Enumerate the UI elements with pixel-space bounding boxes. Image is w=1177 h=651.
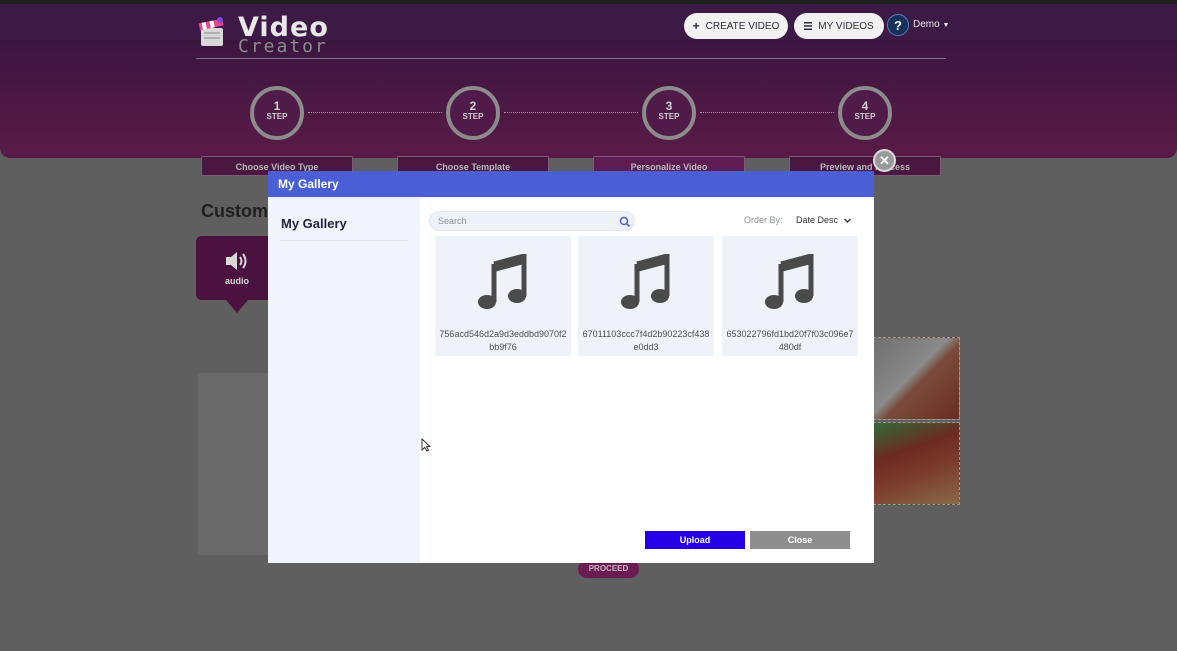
chevron-down-icon	[844, 218, 852, 223]
file-name: 756acd546d2a9d3eddbd9070f2bb9f76	[439, 329, 567, 352]
upload-button[interactable]: Upload	[645, 531, 745, 549]
search-input[interactable]	[438, 214, 608, 228]
step-word: STEP	[462, 112, 484, 121]
step-3-circle: 3 STEP	[642, 86, 696, 140]
step-word: STEP	[658, 112, 680, 121]
close-button[interactable]: Close	[750, 531, 850, 549]
step-connector	[700, 112, 834, 113]
step-number: 2	[469, 99, 477, 113]
gallery-item[interactable]: 653022796fd1bd20f7f03c096e7480df	[722, 236, 858, 356]
mouse-cursor-icon	[421, 438, 431, 452]
speaker-icon	[226, 252, 247, 270]
audio-tab[interactable]: audio	[196, 236, 278, 300]
modal-title: My Gallery	[268, 171, 874, 197]
step-number: 3	[665, 99, 673, 113]
logo-subtitle: Creator	[238, 36, 328, 57]
help-button[interactable]: ?	[887, 14, 909, 36]
clapperboard-icon	[198, 17, 224, 46]
step-connector	[504, 112, 638, 113]
gallery-modal: My Gallery My Gallery Order By: Date Des…	[268, 171, 874, 563]
menu-icon	[804, 22, 813, 30]
sidebar-title[interactable]: My Gallery	[281, 216, 347, 231]
step-number: 4	[861, 99, 869, 113]
logo[interactable]: Video Creator	[198, 14, 338, 57]
step-4-circle: 4 STEP	[838, 86, 892, 140]
my-videos-label: MY VIDEOS	[818, 20, 874, 32]
gallery-item[interactable]: 756acd546d2a9d3eddbd9070f2bb9f76	[435, 236, 571, 356]
order-by-value: Date Desc	[796, 215, 839, 225]
music-note-icon	[621, 254, 670, 309]
search-icon[interactable]	[619, 216, 631, 228]
search-box[interactable]	[429, 211, 635, 231]
music-note-icon	[478, 254, 527, 309]
file-name: 67011103ccc7f4d2b90223cf438e0dd3	[582, 329, 710, 352]
sidebar-divider	[280, 240, 408, 241]
step-number: 1	[273, 99, 281, 113]
order-by-label: Order By:	[744, 215, 783, 225]
gallery-sidebar: My Gallery	[268, 197, 420, 563]
header-divider	[196, 58, 946, 59]
step-2-circle: 2 STEP	[446, 86, 500, 140]
close-icon[interactable]: ✕	[873, 149, 896, 172]
step-word: STEP	[854, 112, 876, 121]
template-thumbnail[interactable]	[873, 337, 960, 420]
audio-tab-label: audio	[225, 276, 249, 286]
gallery-item[interactable]: 67011103ccc7f4d2b90223cf438e0dd3	[578, 236, 714, 356]
navbar	[0, 4, 1177, 40]
create-video-label: CREATE VIDEO	[705, 20, 780, 32]
audio-tab-pointer	[226, 300, 248, 313]
background-panel	[198, 373, 270, 555]
my-videos-button[interactable]: MY VIDEOS	[794, 13, 884, 39]
template-thumbnail[interactable]	[873, 422, 960, 505]
step-word: STEP	[266, 112, 288, 121]
file-name: 653022796fd1bd20f7f03c096e7480df	[726, 329, 854, 352]
order-by-select[interactable]: Date Desc	[796, 212, 860, 228]
caret-down-icon: ▼	[942, 22, 950, 29]
user-menu[interactable]: Demo ▼	[913, 19, 949, 30]
section-title: Custom	[201, 201, 268, 221]
user-name: Demo	[913, 19, 940, 30]
plus-icon: +	[692, 19, 700, 33]
step-1-circle: 1 STEP	[250, 86, 304, 140]
step-connector	[308, 112, 442, 113]
music-note-icon	[765, 254, 814, 309]
create-video-button[interactable]: + CREATE VIDEO	[684, 13, 788, 39]
